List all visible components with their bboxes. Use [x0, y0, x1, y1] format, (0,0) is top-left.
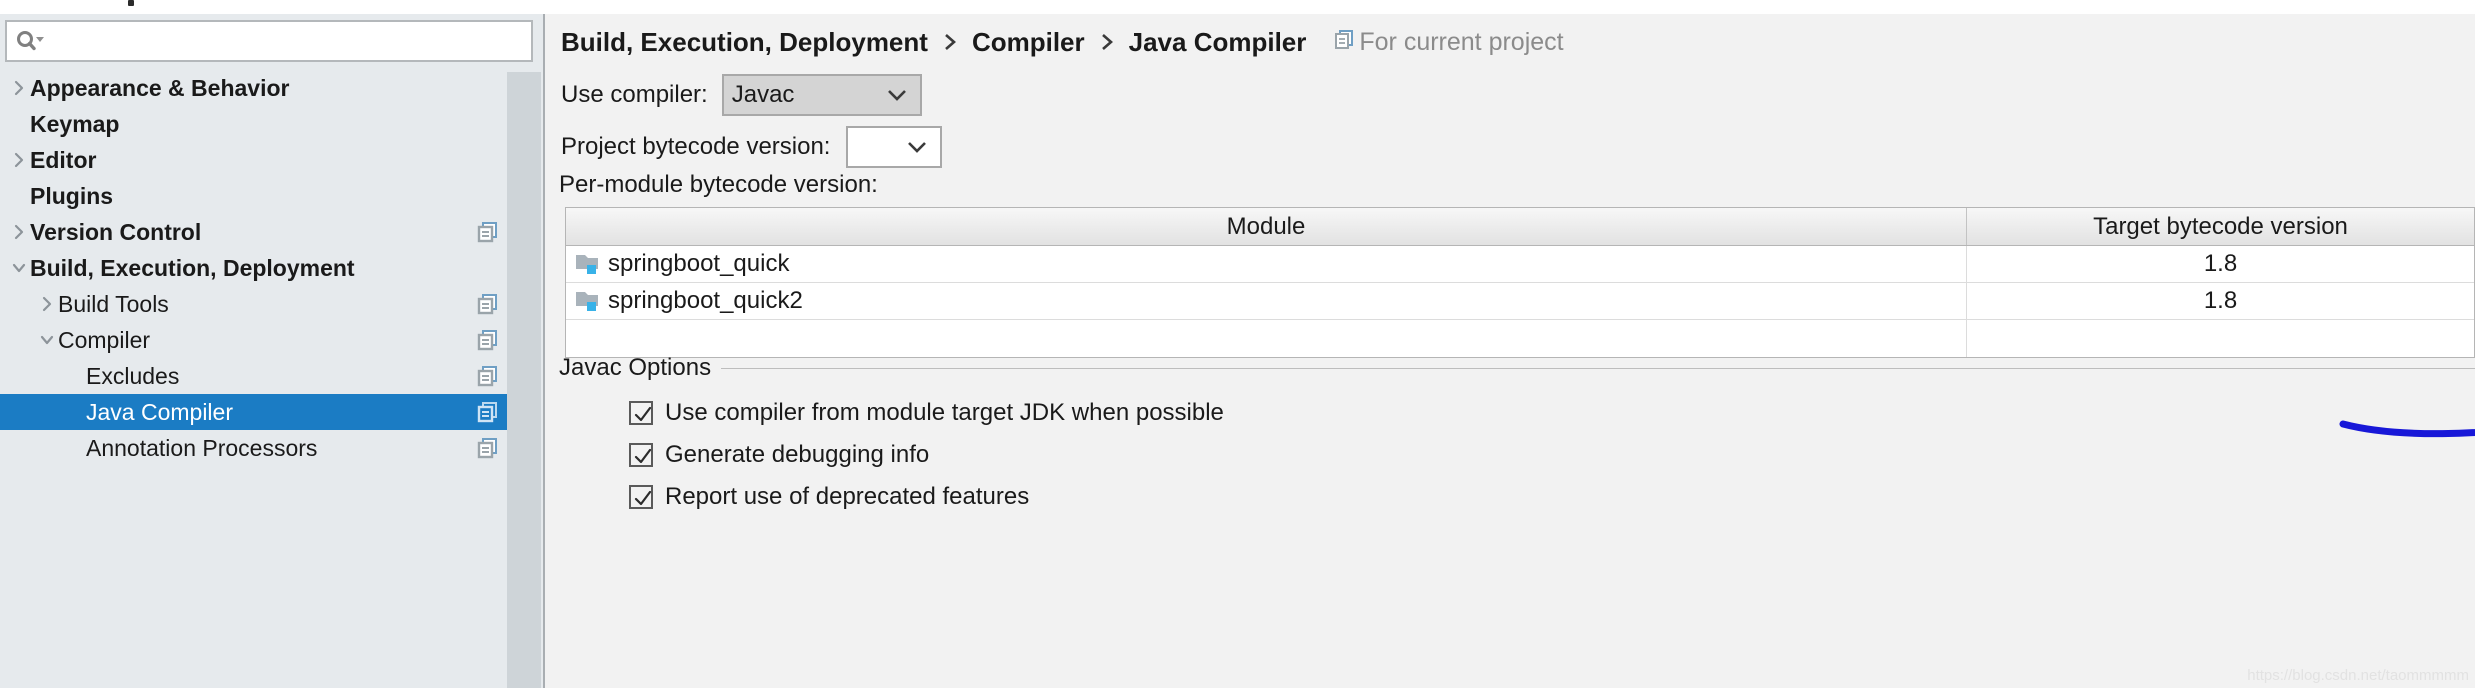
sidebar-item-label: Build Tools — [58, 290, 169, 317]
table-body: springboot_quick 1.8 springboot_quick2 1.8 — [566, 246, 2474, 320]
sidebar-item-label: Plugins — [30, 182, 114, 209]
section-divider — [721, 367, 2475, 369]
use-compiler-select[interactable]: Javac — [721, 74, 922, 116]
javac-option-label: Generate debugging info — [665, 441, 930, 468]
sidebar-item-label: Build, Execution, Deployment — [30, 254, 355, 281]
module-folder-icon — [574, 288, 604, 314]
breadcrumb-item-2[interactable]: Java Compiler — [1129, 27, 1307, 58]
checkbox[interactable] — [629, 443, 653, 467]
table-row-empty[interactable] — [566, 320, 2474, 357]
javac-option[interactable]: Generate debugging info — [629, 436, 1224, 474]
module-name: springboot_quick — [608, 250, 790, 277]
copy-icon[interactable] — [477, 401, 499, 423]
sidebar-item-label: Version Control — [30, 218, 202, 245]
for-current-project-note: For current project — [1334, 27, 1564, 57]
copy-icon[interactable] — [477, 365, 499, 387]
table-row[interactable]: springboot_quick 1.8 — [566, 246, 2474, 283]
checkbox[interactable] — [629, 401, 653, 425]
sidebar-scrollbar[interactable] — [507, 72, 541, 688]
javac-option-label: Use compiler from module target JDK when… — [665, 399, 1224, 426]
settings-content-pane: Build, Execution, Deployment Compiler Ja… — [547, 14, 2475, 688]
search-input[interactable] — [45, 28, 531, 54]
table-cell-target[interactable]: 1.8 — [1966, 246, 2474, 282]
table-header-row: Module Target bytecode version — [566, 208, 2474, 246]
breadcrumb-item-1[interactable]: Compiler — [972, 27, 1085, 58]
sidebar-item-label: Keymap — [30, 110, 120, 137]
sidebar-item-excludes[interactable]: Excludes — [0, 358, 507, 394]
handdrawn-underline-annotation — [2339, 420, 2475, 438]
javac-options-list: Use compiler from module target JDK when… — [629, 394, 1224, 520]
settings-tree: Appearance & Behavior Keymap Editor Plugins… — [0, 70, 507, 466]
chevron-right-icon[interactable] — [8, 77, 30, 99]
table-header-module[interactable]: Module — [566, 208, 1966, 245]
clipped-title-glyph — [128, 0, 134, 6]
copy-icon[interactable] — [477, 437, 499, 459]
chevron-right-icon[interactable] — [8, 221, 30, 243]
per-module-bytecode-label: Per-module bytecode version: — [559, 171, 878, 198]
module-folder-icon — [574, 251, 604, 277]
javac-options-section-header: Javac Options — [559, 354, 2475, 382]
chevron-down-icon[interactable] — [36, 329, 58, 351]
sidebar-item-build-tools[interactable]: Build Tools — [0, 286, 507, 322]
sidebar-item-annotation-processors[interactable]: Annotation Processors — [0, 430, 507, 466]
table-header-target[interactable]: Target bytecode version — [1966, 208, 2474, 245]
javac-options-title: Javac Options — [559, 354, 712, 381]
sidebar-item-keymap[interactable]: Keymap — [0, 106, 507, 142]
watermark: https://blog.csdn.net/taommmmm — [2247, 667, 2469, 684]
breadcrumb: Build, Execution, Deployment Compiler Ja… — [561, 20, 1564, 64]
sidebar-item-build-execution-deployment[interactable]: Build, Execution, Deployment — [0, 250, 507, 286]
use-compiler-label: Use compiler: — [561, 81, 708, 108]
project-bytecode-label: Project bytecode version: — [561, 133, 831, 160]
copy-icon[interactable] — [477, 221, 499, 243]
chevron-down-icon — [886, 88, 908, 102]
checkbox[interactable] — [629, 485, 653, 509]
per-module-bytecode-table: Module Target bytecode version springboo… — [565, 207, 2475, 358]
chevron-right-icon[interactable] — [36, 293, 58, 315]
project-bytecode-row: Project bytecode version: — [561, 126, 943, 168]
table-cell-module[interactable]: springboot_quick — [566, 246, 1966, 282]
settings-dialog: Appearance & Behavior Keymap Editor Plugins… — [0, 0, 2475, 688]
for-current-project-label: For current project — [1359, 27, 1564, 56]
sidebar-item-compiler[interactable]: Compiler — [0, 322, 507, 358]
copy-icon — [1334, 28, 1356, 57]
sidebar-item-java-compiler[interactable]: Java Compiler — [0, 394, 507, 430]
chevron-right-icon[interactable] — [8, 149, 30, 171]
sidebar-item-label: Appearance & Behavior — [30, 74, 290, 101]
copy-icon[interactable] — [477, 293, 499, 315]
sidebar-search-box[interactable] — [5, 20, 533, 62]
sidebar-item-label: Excludes — [86, 362, 180, 389]
use-compiler-row: Use compiler: Javac — [561, 74, 922, 116]
table-row[interactable]: springboot_quick2 1.8 — [566, 283, 2474, 320]
sidebar-item-version-control[interactable]: Version Control — [0, 214, 507, 250]
chevron-down-icon[interactable] — [8, 257, 30, 279]
chevron-right-icon — [1099, 30, 1115, 54]
table-cell-target[interactable]: 1.8 — [1966, 283, 2474, 319]
breadcrumb-item-0[interactable]: Build, Execution, Deployment — [561, 27, 928, 58]
module-name: springboot_quick2 — [608, 287, 803, 314]
sidebar-item-label: Annotation Processors — [86, 434, 318, 461]
project-bytecode-select[interactable] — [846, 126, 943, 168]
settings-sidebar: Appearance & Behavior Keymap Editor Plugins… — [0, 14, 545, 688]
use-compiler-value: Javac — [731, 81, 795, 108]
chevron-right-icon — [942, 30, 958, 54]
window-top-strip — [0, 0, 2475, 14]
sidebar-item-appearance-behavior[interactable]: Appearance & Behavior — [0, 70, 507, 106]
sidebar-item-editor[interactable]: Editor — [0, 142, 507, 178]
sidebar-item-plugins[interactable]: Plugins — [0, 178, 507, 214]
javac-option[interactable]: Use compiler from module target JDK when… — [629, 394, 1224, 432]
chevron-down-icon — [906, 140, 928, 154]
sidebar-item-label: Java Compiler — [86, 398, 233, 425]
search-icon — [15, 29, 45, 53]
copy-icon[interactable] — [477, 329, 499, 351]
sidebar-item-label: Editor — [30, 146, 97, 173]
javac-option-label: Report use of deprecated features — [665, 483, 1030, 510]
table-cell-module[interactable]: springboot_quick2 — [566, 283, 1966, 319]
sidebar-item-label: Compiler — [58, 326, 151, 353]
javac-option[interactable]: Report use of deprecated features — [629, 478, 1224, 516]
